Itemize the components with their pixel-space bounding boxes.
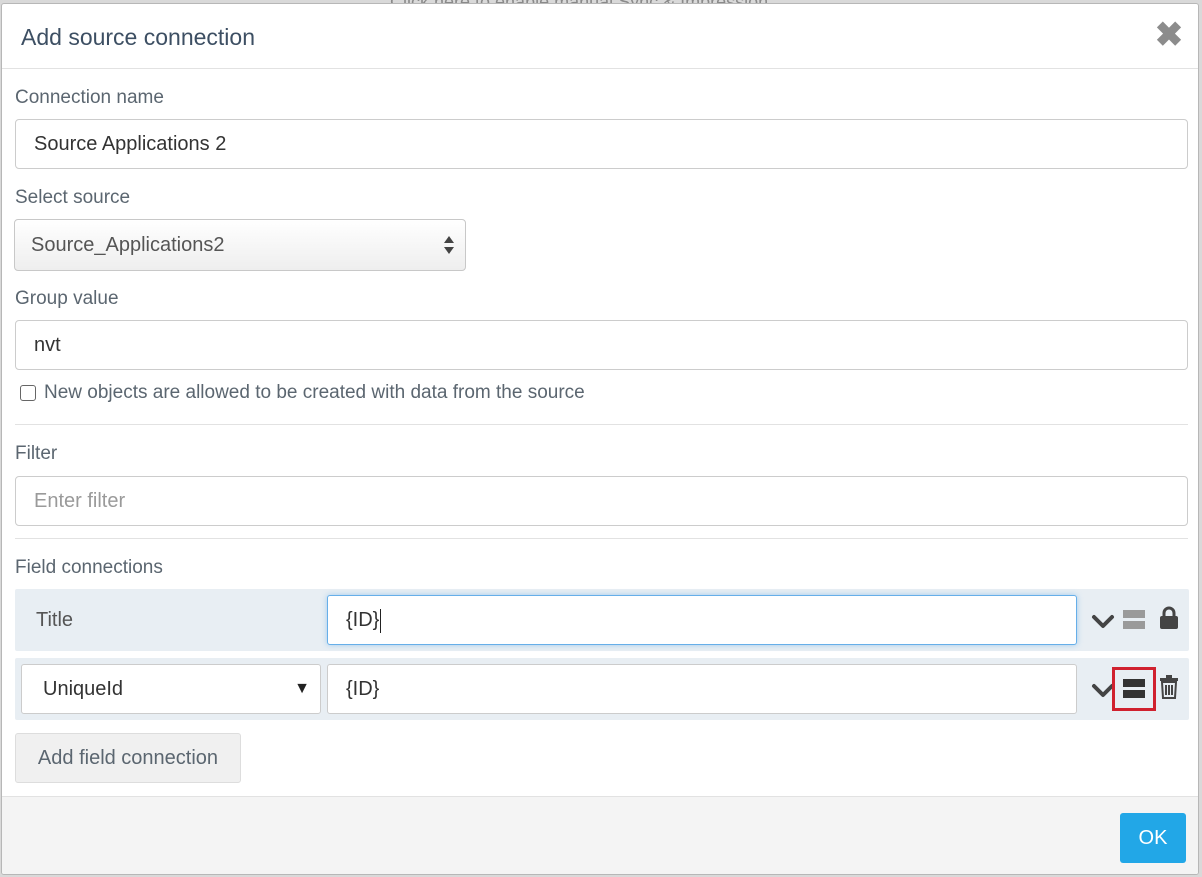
filter-placeholder: Enter filter: [34, 490, 126, 512]
field-value: {ID}: [346, 609, 380, 631]
dialog-title: Add source connection: [21, 24, 255, 50]
field-select[interactable]: UniqueId ▼: [21, 664, 321, 714]
field-value-input[interactable]: {ID}: [327, 664, 1077, 714]
filter-input[interactable]: Enter filter: [15, 476, 1188, 526]
lock-icon[interactable]: [1159, 606, 1179, 630]
ok-button[interactable]: OK: [1120, 813, 1186, 863]
divider: [15, 538, 1188, 539]
caret-down-icon: ▼: [294, 680, 310, 697]
highlight-box: [1112, 667, 1156, 711]
sort-arrows-icon: [444, 236, 454, 254]
source-select-value: Source_Applications2: [31, 234, 225, 256]
field-value: {ID}: [346, 678, 380, 700]
divider: [15, 424, 1188, 425]
dialog-header: Add source connection ✖: [2, 4, 1198, 69]
text-caret: [380, 608, 382, 633]
field-connection-row: UniqueId ▼ {ID}: [15, 658, 1189, 720]
field-connections-label: Field connections: [15, 557, 163, 578]
layout-rows-icon[interactable]: [1123, 609, 1145, 631]
field-value-input[interactable]: {ID}: [327, 595, 1077, 645]
dialog-footer: OK: [2, 796, 1198, 874]
source-select[interactable]: Source_Applications2: [14, 219, 466, 271]
connection-name-label: Connection name: [15, 87, 164, 108]
trash-icon[interactable]: [1159, 675, 1179, 699]
field-name: Title: [36, 609, 74, 631]
select-source-label: Select source: [15, 187, 131, 208]
chevron-down-icon[interactable]: [1091, 609, 1115, 633]
allow-new-objects-row: New objects are allowed to be created wi…: [20, 382, 585, 406]
field-select-value: UniqueId: [43, 678, 124, 700]
close-icon[interactable]: ✖: [1152, 18, 1186, 52]
allow-new-objects-label: New objects are allowed to be created wi…: [44, 382, 585, 403]
connection-name-input[interactable]: Source Applications 2: [15, 119, 1188, 169]
group-value-input[interactable]: nvt: [15, 320, 1188, 370]
filter-label: Filter: [15, 443, 58, 464]
field-connection-row: Title {ID}: [15, 589, 1189, 651]
group-value-label: Group value: [15, 288, 119, 309]
add-source-connection-dialog: Add source connection ✖ Connection name …: [1, 3, 1199, 875]
allow-new-objects-checkbox[interactable]: [20, 384, 36, 401]
add-field-connection-button[interactable]: Add field connection: [15, 733, 241, 783]
